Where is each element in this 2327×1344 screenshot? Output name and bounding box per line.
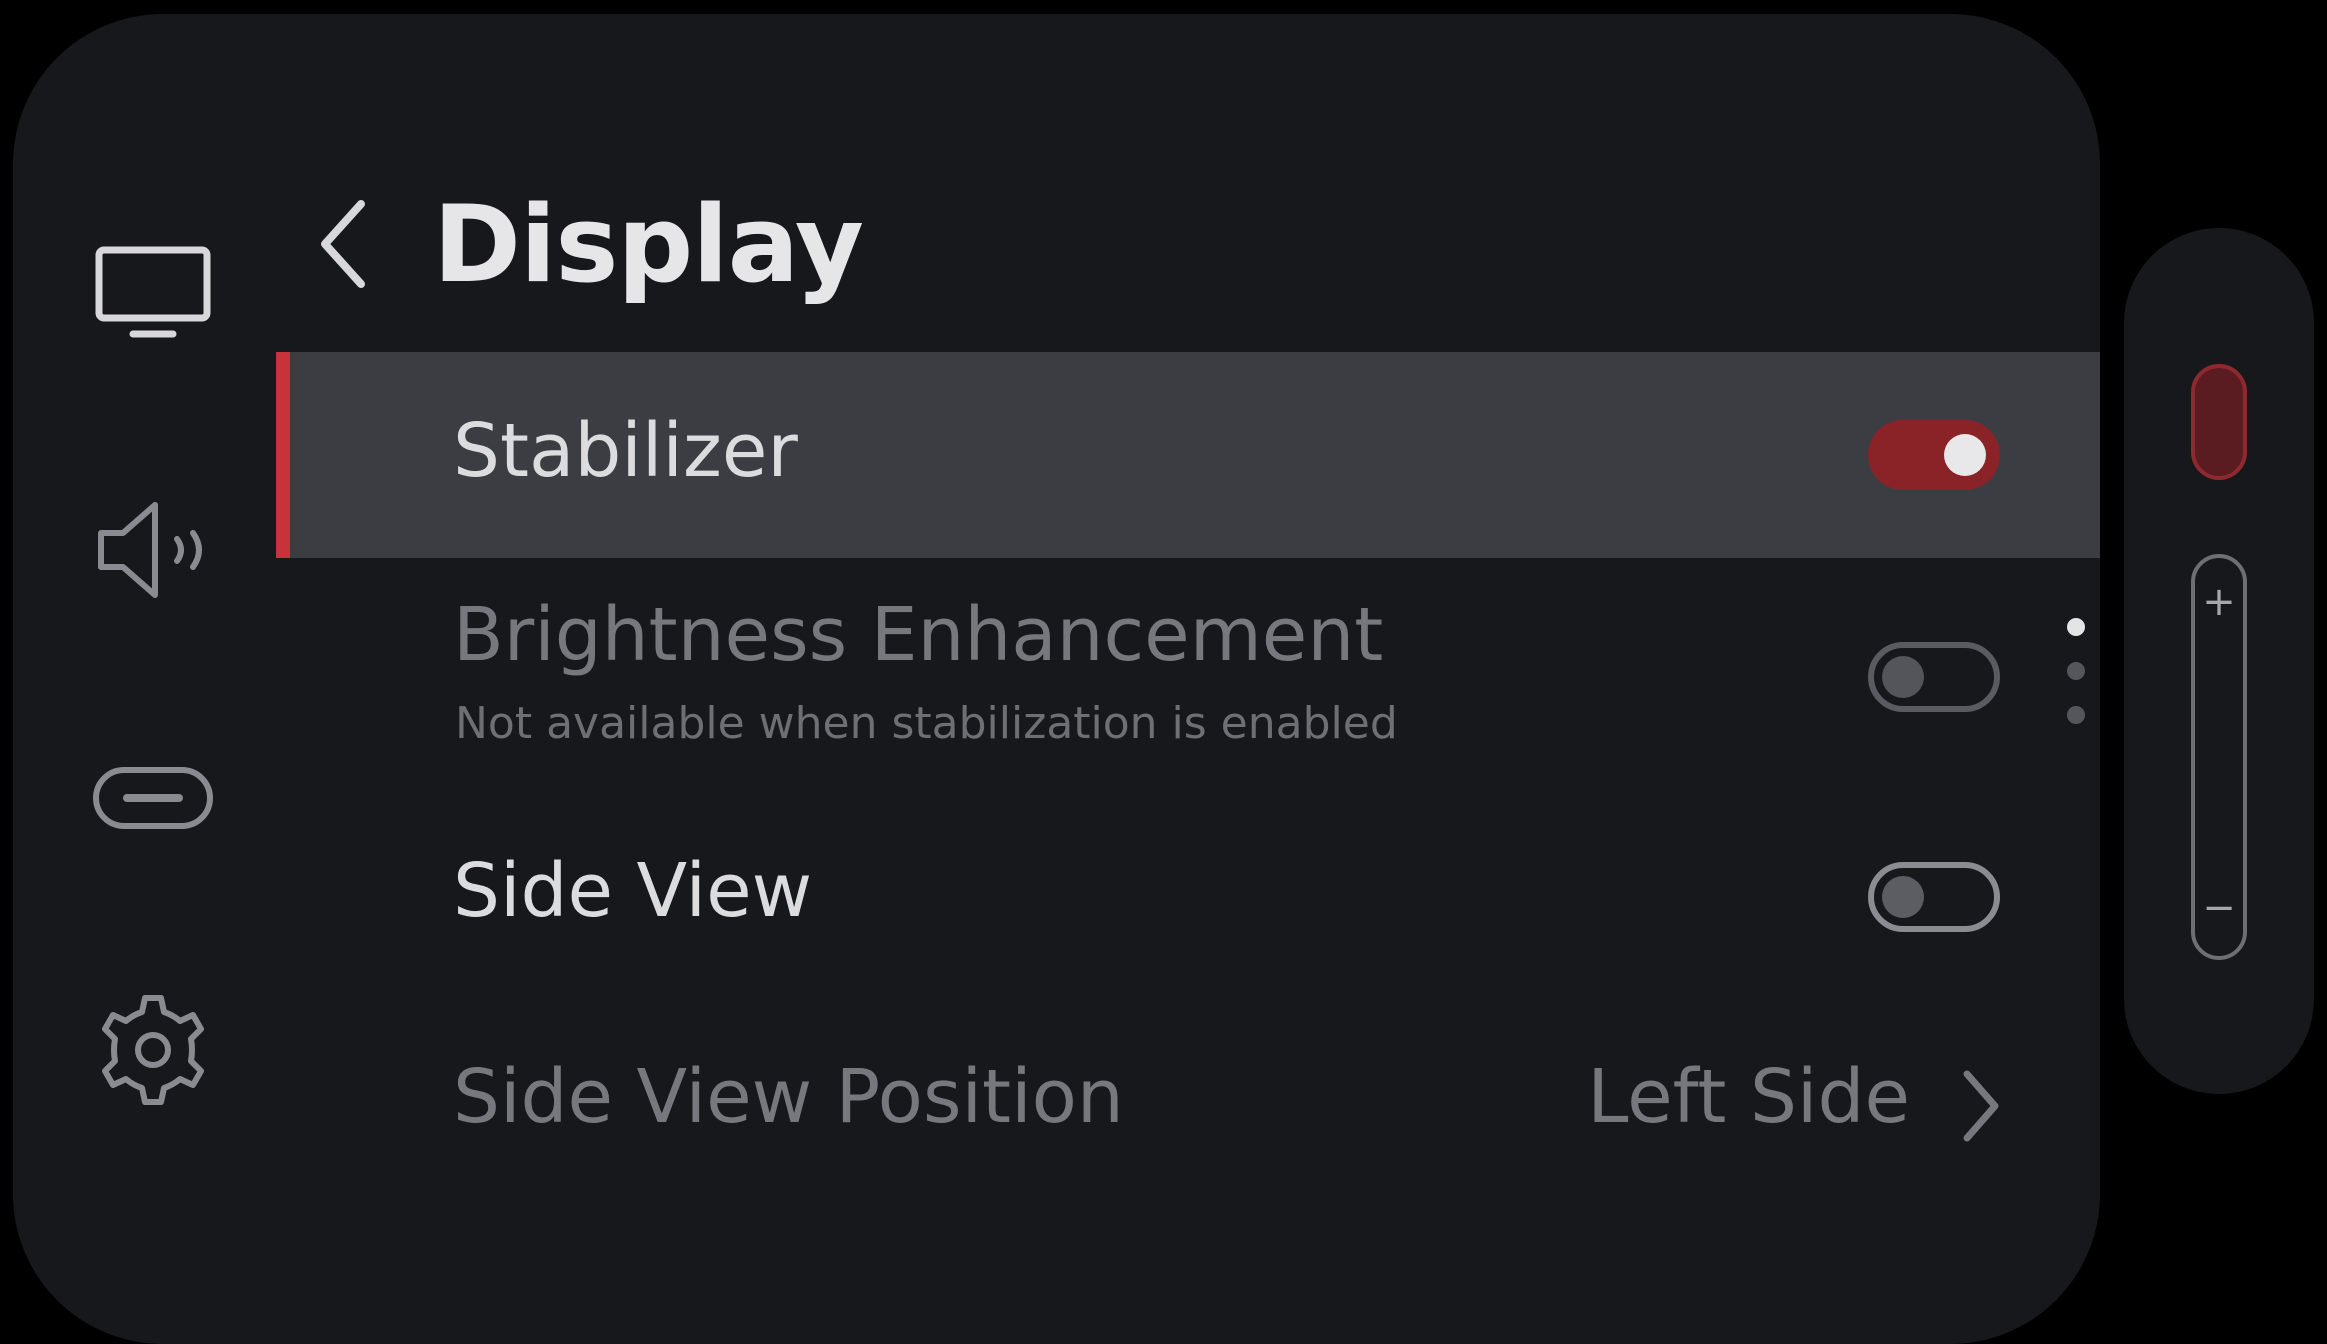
zoom-in-icon[interactable]: +	[2195, 582, 2243, 622]
setting-label-stabilizer: Stabilizer	[453, 408, 798, 494]
chevron-right-icon	[1963, 1070, 1999, 1142]
setting-label-side-view: Side View	[453, 848, 813, 934]
back-button[interactable]	[313, 174, 433, 314]
brightness-enhancement-toggle[interactable]	[1868, 642, 2000, 712]
nav-audio-tab[interactable]	[83, 480, 223, 620]
zoom-slider[interactable]: + −	[2191, 554, 2247, 960]
setting-sublabel-brightness-enhancement: Not available when stabilization is enab…	[455, 698, 1398, 749]
page-dot	[2067, 706, 2085, 724]
stabilizer-toggle[interactable]	[1868, 420, 2000, 490]
toggle-knob	[1944, 434, 1986, 476]
display-icon	[95, 246, 211, 338]
nav-display-tab[interactable]	[83, 224, 223, 364]
page-header: Display	[313, 164, 864, 324]
gear-icon	[102, 995, 204, 1105]
button-icon	[93, 767, 213, 829]
selection-indicator	[276, 352, 290, 558]
setting-row-side-view[interactable]: Side View	[276, 804, 2100, 994]
toggle-knob	[1882, 656, 1924, 698]
toggle-knob	[1882, 876, 1924, 918]
chevron-left-icon	[321, 200, 365, 288]
setting-row-side-view-position[interactable]: Side View Position Left Side	[276, 1014, 2100, 1194]
setting-row-brightness-enhancement[interactable]: Brightness Enhancement Not available whe…	[276, 574, 2100, 774]
record-button[interactable]	[2191, 364, 2247, 480]
page-dot	[2067, 662, 2085, 680]
side-view-position-value: Left Side	[1587, 1054, 1910, 1140]
nav-buttons-tab[interactable]	[83, 730, 223, 870]
nav-general-settings-tab[interactable]	[83, 980, 223, 1120]
settings-panel: Display Stabilizer Brightness Enhancemen…	[13, 14, 2100, 1344]
speaker-icon	[98, 502, 202, 598]
page-indicator	[2067, 618, 2087, 750]
page-dot-active	[2067, 618, 2085, 636]
side-control-panel: + −	[2124, 228, 2314, 1094]
page-title: Display	[433, 182, 864, 306]
zoom-out-icon[interactable]: −	[2195, 888, 2243, 928]
side-view-toggle[interactable]	[1868, 862, 2000, 932]
setting-row-stabilizer[interactable]: Stabilizer	[276, 352, 2100, 558]
setting-label-brightness-enhancement: Brightness Enhancement	[453, 592, 1384, 678]
setting-label-side-view-position: Side View Position	[453, 1054, 1124, 1140]
